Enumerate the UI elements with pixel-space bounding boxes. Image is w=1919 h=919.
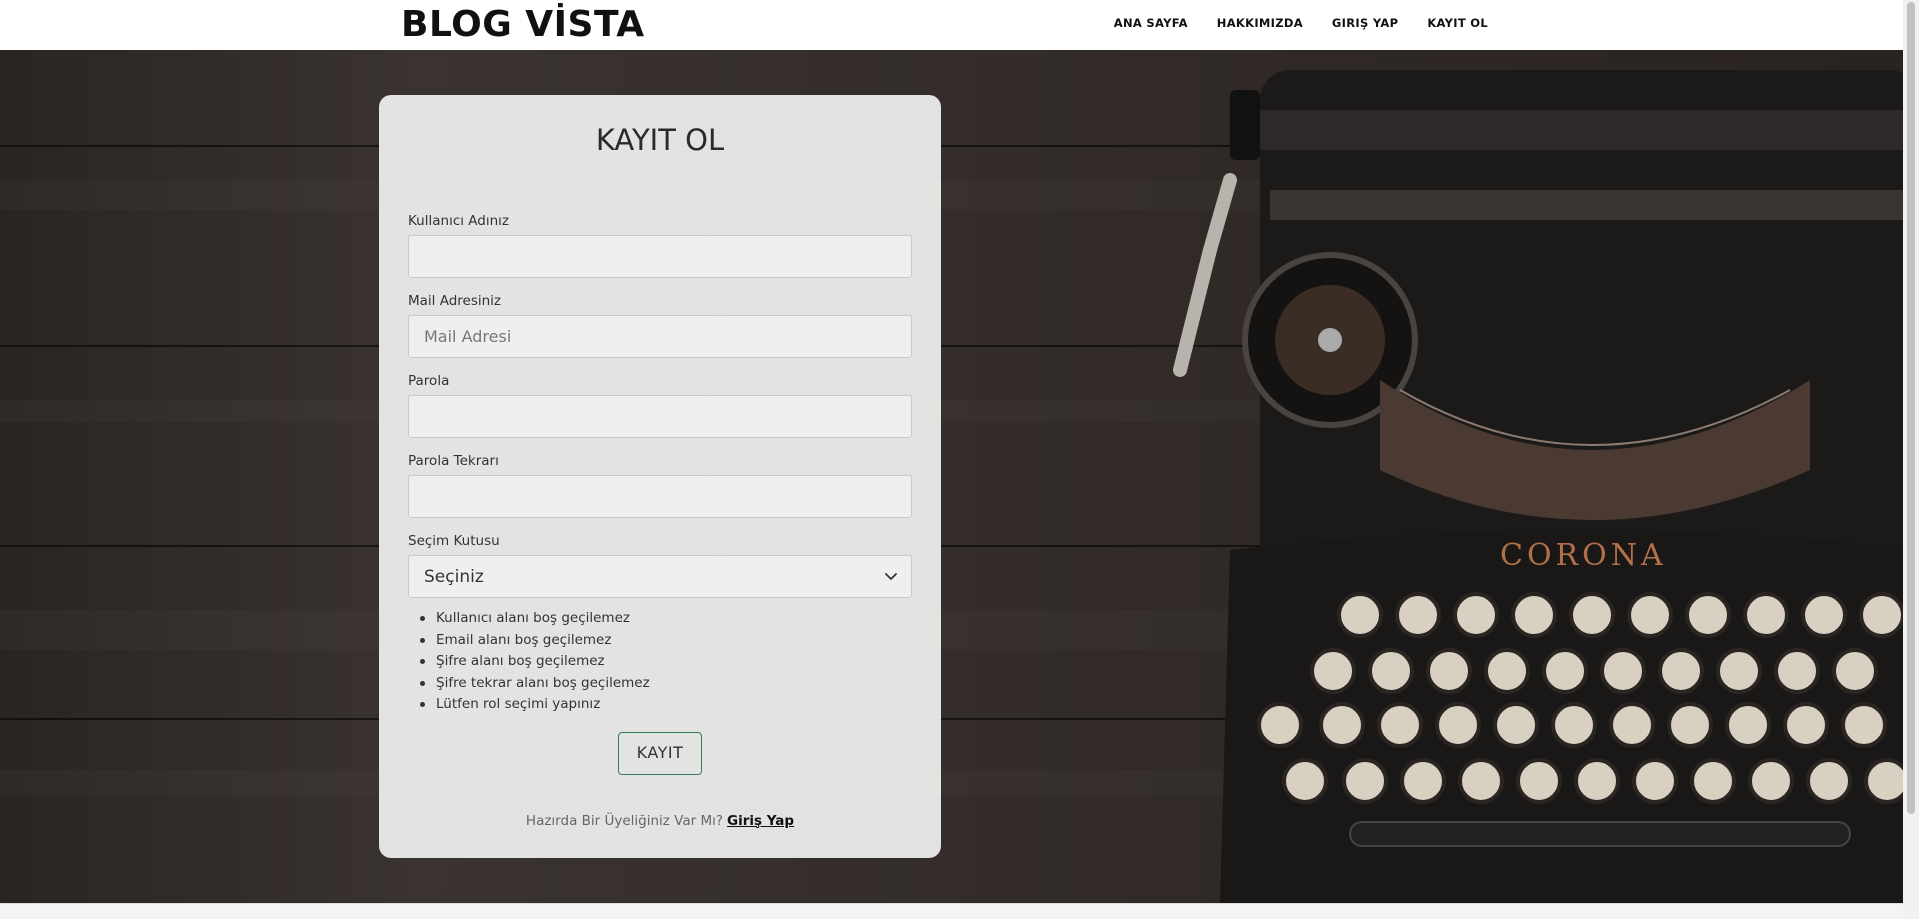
top-navbar: BLOG VİSTA ANA SAYFA HAKKIMIZDA GIRIŞ YA…	[0, 0, 1903, 50]
nav-link-about[interactable]: HAKKIMIZDA	[1217, 16, 1303, 30]
nav-links: ANA SAYFA HAKKIMIZDA GIRIŞ YAP KAYIT OL	[1114, 16, 1488, 30]
page-bottom-strip	[0, 903, 1903, 919]
validation-errors: Kullanıcı alanı boş geçilemez Email alan…	[408, 608, 912, 716]
error-password: Şifre alanı boş geçilemez	[420, 651, 912, 673]
login-prompt: Hazırda Bir Üyeliğiniz Var Mı? Giriş Yap	[408, 813, 912, 829]
register-submit-button[interactable]: KAYIT	[618, 731, 702, 775]
role-select[interactable]: Seçiniz	[408, 555, 912, 598]
select-label: Seçim Kutusu	[408, 533, 500, 549]
svg-text:CORONA: CORONA	[1500, 538, 1667, 573]
nav-link-login[interactable]: GIRIŞ YAP	[1332, 16, 1398, 30]
login-link[interactable]: Giriş Yap	[727, 813, 794, 829]
password-repeat-label: Parola Tekrarı	[408, 453, 499, 469]
error-username: Kullanıcı alanı boş geçilemez	[420, 608, 912, 630]
nav-link-register[interactable]: KAYIT OL	[1427, 16, 1488, 30]
typewriter-image: CORONA	[1173, 70, 1903, 903]
page-scrollbar[interactable]	[1903, 0, 1919, 919]
nav-link-home[interactable]: ANA SAYFA	[1114, 16, 1188, 30]
email-label: Mail Adresiniz	[408, 293, 502, 309]
submit-row: KAYIT	[408, 731, 912, 775]
email-input[interactable]	[408, 315, 912, 358]
chevron-down-icon	[885, 573, 897, 580]
password-repeat-input[interactable]	[408, 475, 912, 518]
form-title: KAYIT OL	[595, 123, 725, 157]
username-input[interactable]	[408, 235, 912, 278]
scrollbar-thumb[interactable]	[1907, 2, 1915, 814]
login-prompt-text: Hazırda Bir Üyeliğiniz Var Mı?	[525, 812, 724, 829]
password-input[interactable]	[408, 395, 912, 438]
hero-background: CORONA	[0, 50, 1903, 903]
error-email: Email alanı boş geçilemez	[420, 630, 912, 652]
username-label: Kullanıcı Adınız	[408, 213, 509, 229]
error-password-repeat: Şifre tekrar alanı boş geçilemez	[420, 673, 912, 695]
register-form: Kullanıcı Adınız Mail Adresiniz Parola P…	[408, 211, 912, 829]
register-card: KAYIT OL Kullanıcı Adınız Mail Adresiniz…	[379, 95, 941, 858]
brand-logo[interactable]: BLOG VİSTA	[401, 3, 645, 47]
password-label: Parola	[408, 373, 450, 389]
error-role: Lütfen rol seçimi yapınız	[420, 694, 912, 716]
role-select-value: Seçiniz	[408, 555, 912, 598]
